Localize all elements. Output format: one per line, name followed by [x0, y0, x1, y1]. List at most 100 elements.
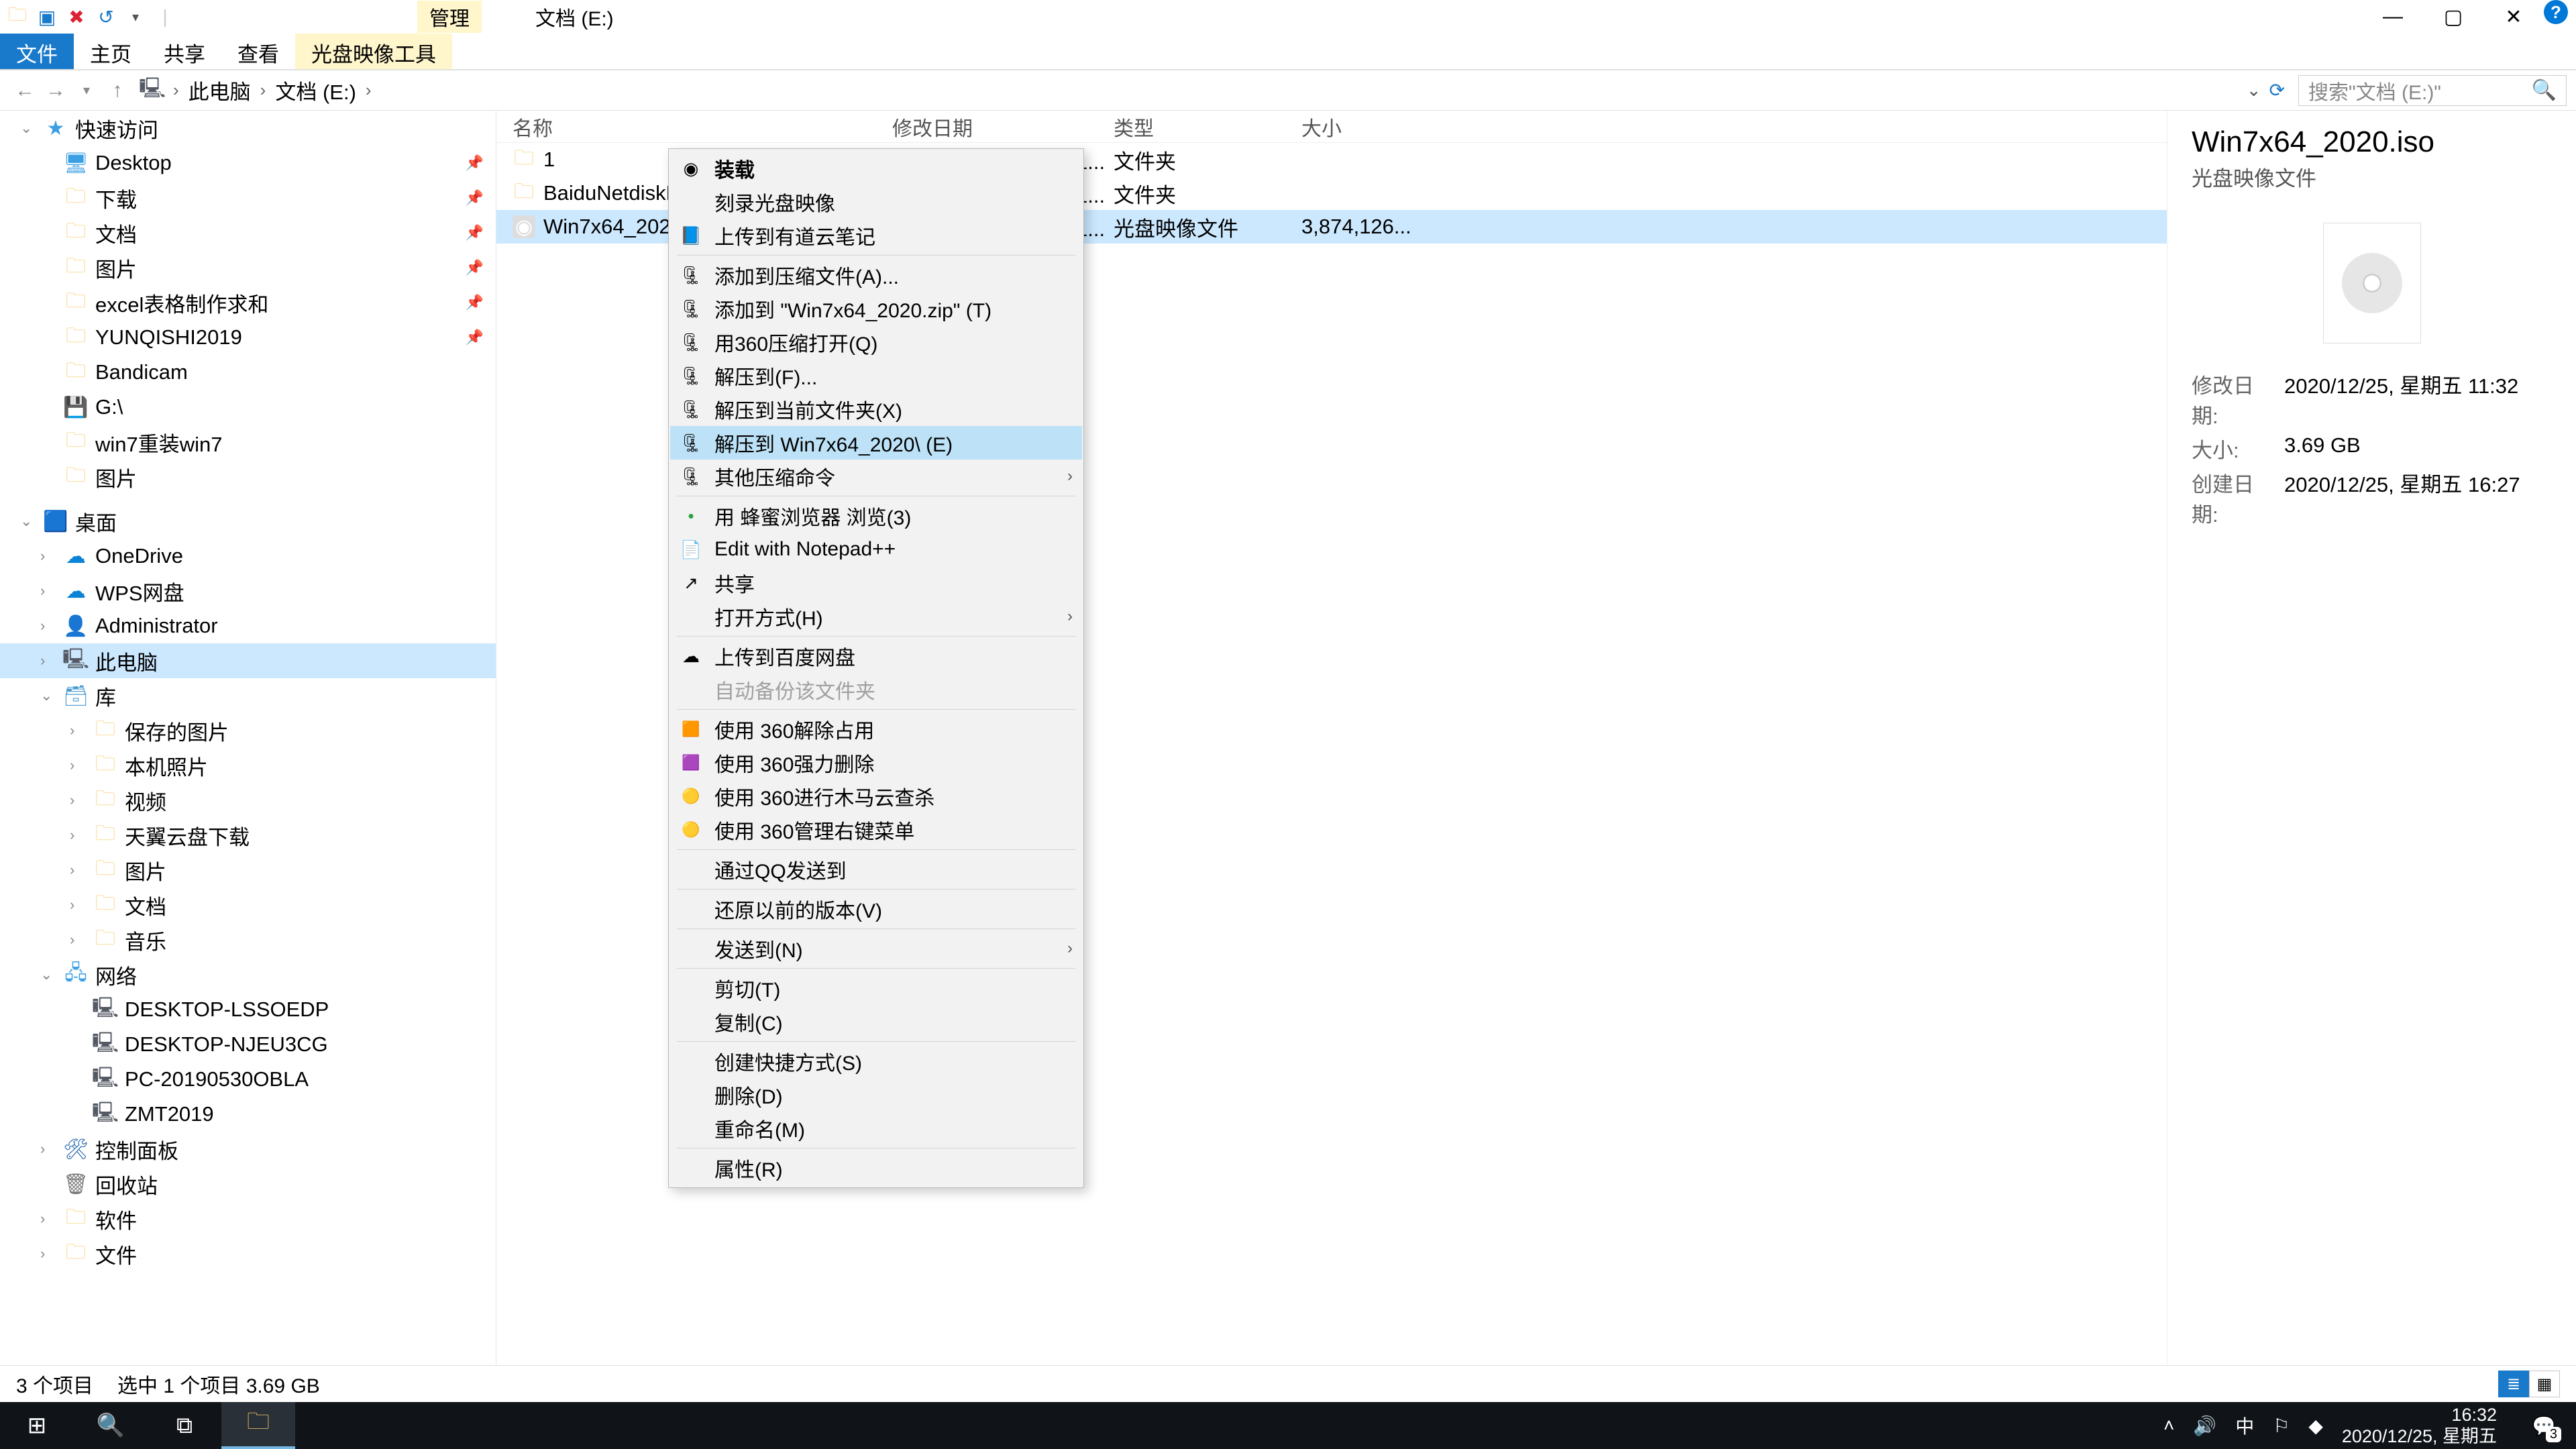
sidebar-item-onedrive[interactable]: ›☁OneDrive [0, 539, 496, 574]
context-menu-item[interactable]: 🟪使用 360强力删除 [670, 746, 1082, 780]
context-menu-item[interactable]: 发送到(N)› [670, 932, 1082, 965]
chevron-right-icon[interactable]: › [40, 1210, 56, 1228]
context-menu-item[interactable]: 🗜用360压缩打开(Q) [670, 325, 1082, 359]
context-menu-item[interactable]: 重命名(M) [670, 1112, 1082, 1145]
context-menu-item[interactable]: 🟡使用 360进行木马云查杀 [670, 780, 1082, 813]
context-menu-item[interactable]: 创建快捷方式(S) [670, 1044, 1082, 1078]
details-view-button[interactable]: ≣ [2498, 1371, 2529, 1397]
header-date[interactable]: 修改日期 [892, 112, 1114, 142]
start-button[interactable]: ⊞ [0, 1402, 74, 1449]
context-menu-item[interactable]: 通过QQ发送到 [670, 853, 1082, 886]
chevron-right-icon[interactable]: › [70, 931, 86, 949]
explorer-taskbar-button[interactable]: 🗀 [221, 1402, 295, 1449]
context-menu-item[interactable]: 🗜其他压缩命令› [670, 460, 1082, 493]
context-menu-item[interactable]: 🗜解压到当前文件夹(X) [670, 392, 1082, 426]
tab-view[interactable]: 查看 [221, 34, 295, 69]
header-type[interactable]: 类型 [1114, 112, 1301, 142]
context-menu-item[interactable]: 剪切(T) [670, 971, 1082, 1005]
volume-icon[interactable]: 🔊 [2193, 1415, 2216, 1437]
context-menu-item[interactable]: 📘上传到有道云笔记 [670, 219, 1082, 252]
chevron-right-icon[interactable]: › [258, 80, 269, 101]
chevron-right-icon[interactable]: › [70, 722, 86, 739]
close-button[interactable]: ✕ [2483, 0, 2544, 34]
sidebar-item-netpc4[interactable]: 🖳ZMT2019 [0, 1097, 496, 1132]
sidebar-item-desktop[interactable]: 🖥Desktop📌 [0, 146, 496, 180]
sidebar-item-documents-lib[interactable]: ›🗀文档 [0, 888, 496, 922]
sidebar-item-controlpanel[interactable]: ›🛠控制面板 [0, 1132, 496, 1167]
context-menu-item[interactable]: 🗜解压到 Win7x64_2020\ (E) [670, 426, 1082, 460]
tab-share[interactable]: 共享 [148, 34, 221, 69]
sidebar-item-savedpics[interactable]: ›🗀保存的图片 [0, 713, 496, 748]
tray-overflow-icon[interactable]: ˄ [2163, 1415, 2174, 1436]
tray-icon[interactable]: ⚐ [2273, 1415, 2290, 1437]
sidebar-item-downloads[interactable]: 🗀下载📌 [0, 180, 496, 215]
context-menu-item[interactable]: 属性(R) [670, 1151, 1082, 1185]
context-menu-item[interactable]: 🗜添加到压缩文件(A)... [670, 258, 1082, 292]
chevron-right-icon[interactable]: › [70, 757, 86, 774]
sidebar-item-yunqishi[interactable]: 🗀YUNQISHI2019📌 [0, 320, 496, 355]
breadcrumb-segment[interactable]: 此电脑 [189, 75, 251, 105]
tab-disc-image-tools[interactable]: 光盘映像工具 [295, 34, 452, 69]
icons-view-button[interactable]: ▦ [2529, 1371, 2560, 1397]
tab-file[interactable]: 文件 [0, 34, 74, 69]
quick-access-root[interactable]: ⌄★快速访问 [0, 111, 496, 146]
navigation-pane[interactable]: ⌄★快速访问 🖥Desktop📌 🗀下载📌 🗀文档📌 🗀图片📌 🗀excel表格… [0, 111, 496, 1365]
taskbar-clock[interactable]: 16:32 2020/12/25, 星期五 [2342, 1404, 2505, 1448]
maximize-button[interactable]: ▢ [2423, 0, 2483, 34]
context-menu-item[interactable]: 刻录光盘映像 [670, 185, 1082, 219]
context-menu-item[interactable]: 🟡使用 360管理右键菜单 [670, 813, 1082, 847]
header-name[interactable]: 名称 [496, 112, 892, 142]
nav-history-dropdown[interactable]: ▾ [71, 75, 102, 106]
qat-dropdown-icon[interactable]: ▾ [125, 6, 146, 28]
chevron-down-icon[interactable]: ⌄ [40, 966, 56, 983]
save-icon[interactable]: ▣ [36, 6, 58, 28]
sidebar-item-recyclebin[interactable]: 🗑回收站 [0, 1167, 496, 1201]
refresh-button[interactable]: ⟳ [2269, 79, 2285, 101]
context-menu-item[interactable]: 打开方式(H)› [670, 600, 1082, 633]
tab-home[interactable]: 主页 [74, 34, 148, 69]
chevron-right-icon[interactable]: › [40, 1245, 56, 1263]
tray-icon[interactable]: ◆ [2308, 1415, 2323, 1437]
sidebar-item-localphotos[interactable]: ›🗀本机照片 [0, 748, 496, 783]
taskbar[interactable]: ⊞ 🔍 ⧉ 🗀 ˄ 🔊 中 ⚐ ◆ 16:32 2020/12/25, 星期五 … [0, 1402, 2576, 1449]
ime-indicator[interactable]: 中 [2235, 1412, 2254, 1439]
sidebar-item-win7reinstall[interactable]: 🗀win7重装win7 [0, 425, 496, 460]
chevron-right-icon[interactable]: › [40, 582, 56, 600]
sidebar-item-thispc[interactable]: ›🖳此电脑 [0, 643, 496, 678]
sidebar-item-administrator[interactable]: ›👤Administrator [0, 608, 496, 643]
context-menu[interactable]: ◉装载刻录光盘映像📘上传到有道云笔记🗜添加到压缩文件(A)...🗜添加到 "Wi… [668, 148, 1084, 1188]
context-menu-item[interactable]: 删除(D) [670, 1078, 1082, 1112]
sidebar-item-music[interactable]: ›🗀音乐 [0, 922, 496, 957]
chevron-right-icon[interactable]: › [40, 547, 56, 565]
context-menu-item[interactable]: •用 蜂蜜浏览器 浏览(3) [670, 499, 1082, 533]
context-menu-item[interactable]: 📄Edit with Notepad++ [670, 533, 1082, 566]
sidebar-item-pictures2[interactable]: 🗀图片 [0, 460, 496, 494]
file-list[interactable]: 🗀1 2020/12/15, 星期二 1... 文件夹 🗀BaiduNetdis… [496, 143, 2167, 244]
sidebar-item-pictures-lib[interactable]: ›🗀图片 [0, 853, 496, 888]
chevron-right-icon[interactable]: › [70, 826, 86, 844]
chevron-right-icon[interactable]: › [40, 652, 56, 669]
desktop-root[interactable]: ⌄🟦桌面 [0, 504, 496, 539]
chevron-right-icon[interactable]: › [40, 617, 56, 635]
sidebar-item-software[interactable]: ›🗀软件 [0, 1201, 496, 1236]
sidebar-item-libraries[interactable]: ⌄🗃库 [0, 678, 496, 713]
context-menu-item[interactable]: 🗜添加到 "Win7x64_2020.zip" (T) [670, 292, 1082, 325]
sidebar-item-netpc3[interactable]: 🖳PC-20190530OBLA [0, 1062, 496, 1097]
chevron-right-icon[interactable]: › [170, 80, 182, 101]
chevron-right-icon[interactable]: › [70, 792, 86, 809]
sidebar-item-netpc2[interactable]: 🖳DESKTOP-NJEU3CG [0, 1027, 496, 1062]
context-menu-item[interactable]: 🗜解压到(F)... [670, 359, 1082, 392]
minimize-button[interactable]: — [2363, 0, 2423, 34]
sidebar-item-gdrive[interactable]: 💾G:\ [0, 390, 496, 425]
sidebar-item-files[interactable]: ›🗀文件 [0, 1236, 496, 1271]
chevron-right-icon[interactable]: › [363, 80, 374, 101]
breadcrumb-segment[interactable]: 文档 (E:) [275, 75, 356, 105]
nav-forward-button[interactable]: → [40, 75, 71, 106]
context-menu-item[interactable]: ☁上传到百度网盘 [670, 639, 1082, 673]
context-menu-item[interactable]: ↗共享 [670, 566, 1082, 600]
chevron-right-icon[interactable]: › [70, 861, 86, 879]
nav-back-button[interactable]: ← [9, 75, 40, 106]
chevron-down-icon[interactable]: ⌄ [20, 513, 36, 530]
context-menu-item[interactable]: 🟧使用 360解除占用 [670, 712, 1082, 746]
nav-up-button[interactable]: ↑ [102, 75, 133, 106]
